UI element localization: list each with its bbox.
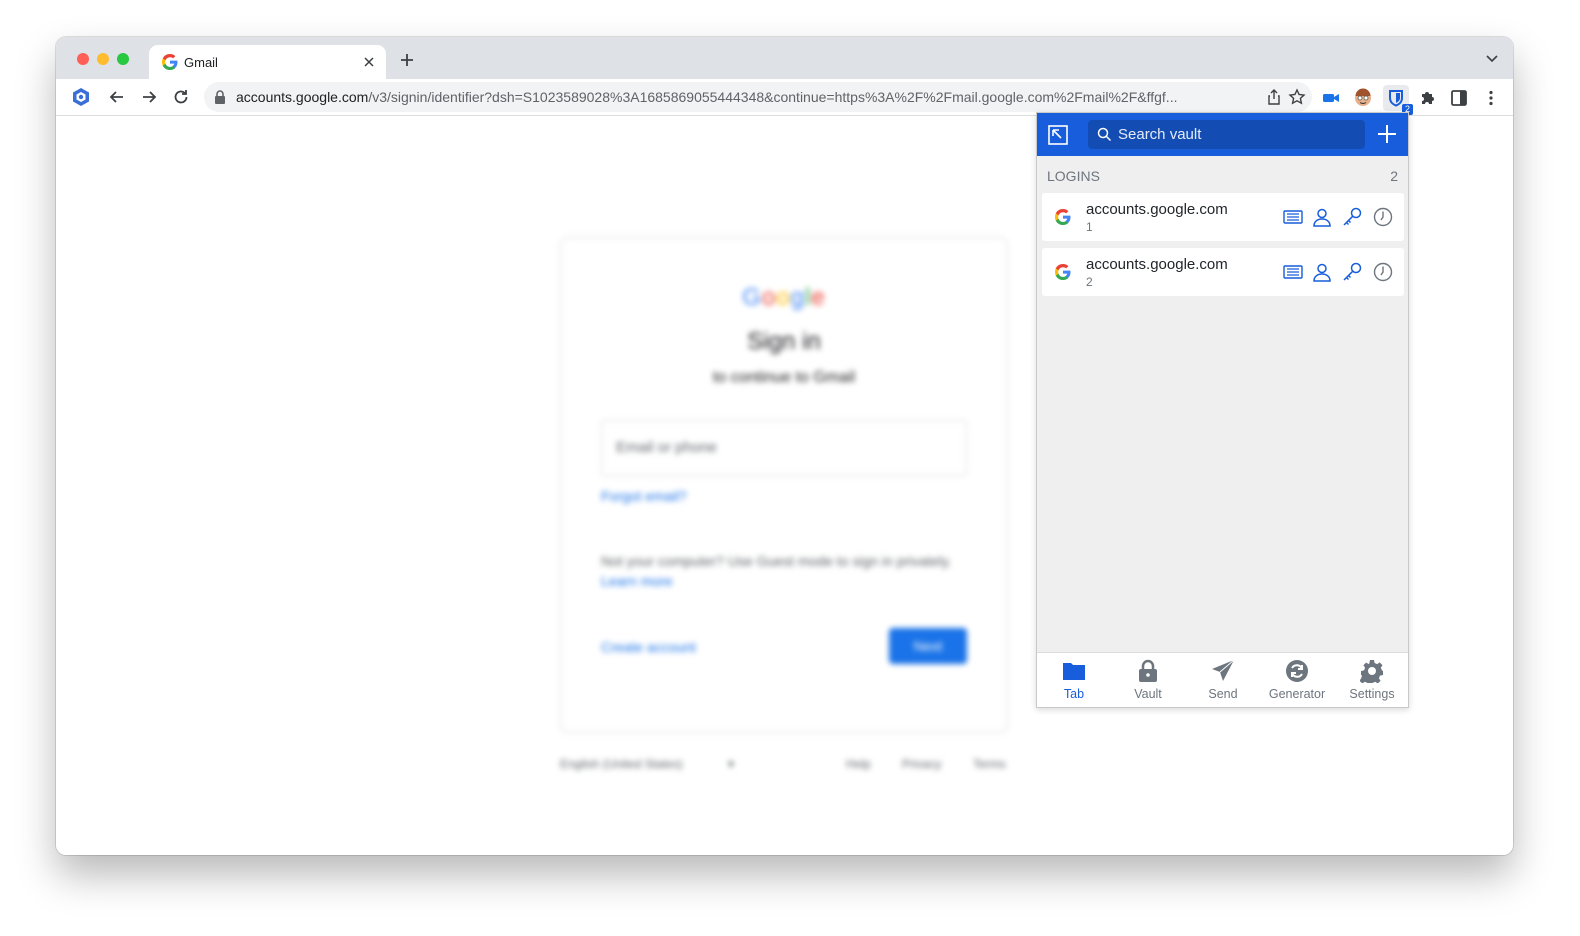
bitwarden-header [1037, 113, 1408, 156]
avatar-extension-icon[interactable] [1353, 88, 1373, 108]
terms-link[interactable]: Terms [973, 757, 1006, 771]
video-camera-icon[interactable] [1321, 88, 1341, 108]
signin-title: Sign in [747, 328, 821, 355]
list-view-icon[interactable] [1282, 261, 1304, 283]
bottom-nav: Tab Vault Send Generator Settings [1037, 652, 1408, 707]
forgot-email-link[interactable]: Forgot email? [601, 488, 687, 504]
logo-letter: e [811, 284, 826, 311]
folder-icon [1063, 663, 1085, 680]
nav-label: Tab [1063, 687, 1085, 701]
search-box[interactable] [1088, 120, 1365, 149]
tab-generator[interactable]: Generator [1260, 653, 1334, 708]
logo-letter: o [776, 284, 791, 311]
guest-text: Not your computer? Use Guest mode to sig… [601, 553, 952, 569]
search-input[interactable] [1118, 120, 1358, 149]
tab-vault[interactable]: Vault [1111, 653, 1185, 708]
new-tab-icon[interactable] [398, 51, 416, 69]
back-arrow-icon[interactable] [107, 87, 127, 107]
item-subtitle: 1 [1086, 220, 1093, 234]
tab-tab[interactable]: Tab [1037, 653, 1111, 708]
tab-settings[interactable]: Settings [1335, 653, 1409, 708]
forward-arrow-icon[interactable] [139, 87, 159, 107]
chevron-down-icon[interactable] [1485, 54, 1499, 64]
user-icon[interactable] [1311, 261, 1333, 283]
side-panel-icon[interactable] [1449, 88, 1469, 108]
add-item-icon[interactable] [1376, 123, 1398, 145]
help-link[interactable]: Help [846, 757, 871, 771]
list-item[interactable]: accounts.google.com 1 [1042, 193, 1404, 241]
logins-section-header: LOGINS 2 [1047, 168, 1398, 186]
clock-icon[interactable] [1372, 206, 1394, 228]
key-icon[interactable] [1341, 261, 1363, 283]
star-icon[interactable] [1288, 88, 1306, 106]
search-icon [1097, 127, 1112, 142]
hexagon-extension-icon[interactable] [71, 87, 91, 107]
nav-label: Send [1208, 687, 1238, 701]
lock-icon [1139, 659, 1157, 682]
popout-icon[interactable] [1047, 124, 1069, 146]
nav-label: Vault [1134, 687, 1162, 701]
url-path: /v3/signin/identifier?dsh=S1023589028%3A… [368, 89, 1178, 105]
bitwarden-extension-button[interactable]: 2 [1383, 85, 1413, 115]
nav-label: Settings [1349, 687, 1395, 701]
close-icon[interactable] [360, 53, 378, 71]
item-name: accounts.google.com [1086, 201, 1228, 218]
list-item[interactable]: accounts.google.com 2 [1042, 248, 1404, 296]
language-chevron-icon: ▾ [728, 757, 735, 771]
key-icon[interactable] [1341, 206, 1363, 228]
email-field[interactable]: Email or phone [601, 420, 967, 476]
gear-icon [1360, 660, 1383, 683]
google-signin-card: Google Sign in to continue to Gmail Emai… [560, 237, 1008, 733]
guest-mode-text: Not your computer? Use Guest mode to sig… [601, 551, 961, 591]
url-host: accounts.google.com [236, 89, 369, 105]
browser-window: Gmail accounts.google.com/v3/signin/iden… [56, 37, 1513, 855]
section-label: LOGINS [1047, 168, 1100, 184]
item-name: accounts.google.com [1086, 256, 1228, 273]
more-vertical-icon[interactable] [1481, 88, 1501, 108]
google-icon [1055, 209, 1071, 225]
bitwarden-popup: LOGINS 2 accounts.google.com 1 [1036, 112, 1409, 708]
google-icon [162, 54, 178, 70]
nav-label: Generator [1268, 687, 1326, 701]
privacy-link[interactable]: Privacy [902, 757, 941, 771]
url-text[interactable]: accounts.google.com/v3/signin/identifier… [236, 89, 1246, 105]
address-bar[interactable]: accounts.google.com/v3/signin/identifier… [204, 82, 1312, 112]
section-count: 2 [1390, 168, 1398, 184]
close-window-button[interactable] [77, 53, 89, 65]
share-icon[interactable] [1266, 89, 1282, 105]
tab-strip: Gmail [56, 37, 1513, 79]
learn-more-link[interactable]: Learn more [601, 573, 673, 589]
create-account-link[interactable]: Create account [601, 639, 696, 655]
tab-title: Gmail [184, 55, 218, 70]
browser-toolbar: accounts.google.com/v3/signin/identifier… [56, 79, 1513, 116]
google-icon [1055, 264, 1071, 280]
logo-letter: g [790, 284, 806, 311]
maximize-window-button[interactable] [117, 53, 129, 65]
paper-plane-icon [1212, 659, 1235, 681]
refresh-icon [1286, 660, 1308, 682]
logo-letter: G [742, 284, 762, 311]
list-view-icon[interactable] [1282, 206, 1304, 228]
reload-icon[interactable] [171, 87, 191, 107]
clock-icon[interactable] [1372, 261, 1394, 283]
language-selector[interactable]: English (United States) [560, 757, 683, 771]
logo-letter: o [761, 284, 777, 311]
tab-gmail[interactable]: Gmail [149, 45, 386, 79]
tab-send[interactable]: Send [1186, 653, 1260, 708]
user-icon[interactable] [1311, 206, 1333, 228]
lock-icon[interactable] [214, 90, 226, 104]
minimize-window-button[interactable] [97, 53, 109, 65]
google-logo: Google [561, 284, 1007, 312]
signin-subtitle: to continue to Gmail [712, 369, 856, 386]
next-button[interactable]: Next [889, 628, 967, 664]
item-subtitle: 2 [1086, 275, 1093, 289]
puzzle-piece-icon[interactable] [1418, 88, 1438, 108]
